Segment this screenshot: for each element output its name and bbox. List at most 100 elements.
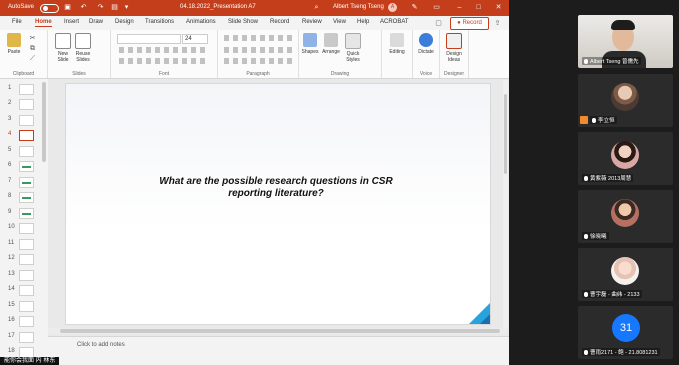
participant-name: 曹雨2171 - 鲍 - 21.8081231 [582, 348, 660, 356]
close-icon[interactable]: ✕ [494, 3, 503, 12]
design-ideas-button[interactable]: Design Ideas [445, 33, 463, 63]
paragraph-group: Paragraph [218, 30, 299, 78]
thumbnail-number: 18 [8, 348, 15, 354]
thumbnails-scrollbar[interactable] [42, 82, 46, 162]
thumbnail-number: 1 [8, 85, 12, 91]
redo-icon[interactable]: ↷ [96, 3, 105, 12]
tab-acrobat[interactable]: ACROBAT [380, 19, 409, 25]
thumbnail-slide-selected[interactable]: 4 [0, 128, 47, 143]
new-slide-button[interactable]: New Slide [54, 33, 72, 63]
format-painter-icon[interactable]: ⟋ [28, 54, 37, 63]
thumbnail-slide[interactable]: 10 [0, 221, 47, 236]
pen-icon[interactable]: ✎ [410, 3, 419, 12]
shapes-button[interactable]: Shapes [301, 33, 319, 55]
save-icon[interactable]: ▣ [63, 3, 72, 12]
slide-vertical-scrollbar[interactable] [503, 80, 508, 328]
participant-tile[interactable]: 徐晓曦 [578, 190, 673, 243]
slide-title-line-1: What are the possible research questions… [159, 176, 393, 187]
thumbnail-slide[interactable]: 14 [0, 283, 47, 298]
thumbnail-slide[interactable]: 6 [0, 159, 47, 174]
tab-record[interactable]: Record [270, 19, 289, 25]
scrollbar-thumb[interactable] [60, 329, 500, 333]
autosave-label: AutoSave [8, 4, 35, 10]
thumbnail-number: 13 [8, 271, 15, 277]
tab-design[interactable]: Design [115, 19, 134, 25]
participant-name-text: 黄紫薇 2013周慧 [590, 176, 632, 182]
thumbnail-slide[interactable]: 15 [0, 299, 47, 314]
participant-tile[interactable]: 曹宇磊 - 曲纬 - 2133 [578, 248, 673, 301]
font-label: Font [158, 71, 169, 77]
scrollbar-thumb[interactable] [504, 94, 507, 174]
participant-avatar [611, 257, 639, 285]
thumbnail-slide[interactable]: 17 [0, 330, 47, 345]
thumbnail-number: 12 [8, 255, 15, 261]
cut-icon[interactable]: ✂ [28, 34, 37, 43]
participant-video-tile[interactable]: Albert Tseng 曾儒先 [578, 15, 673, 68]
notes-pane[interactable]: Click to add notes [48, 336, 509, 355]
tab-review[interactable]: Review [302, 19, 322, 25]
thumbnail-slide[interactable]: 12 [0, 252, 47, 267]
thumbnail-slide[interactable]: 1 [0, 82, 47, 97]
tab-insert[interactable]: Insert [64, 19, 79, 25]
participant-name-text: Albert Tseng 曾儒先 [590, 59, 639, 65]
minimize-icon[interactable]: – [455, 3, 464, 12]
designer-group: Design Ideas Designer [440, 30, 469, 78]
participant-tile[interactable]: 31 曹雨2171 - 鲍 - 21.8081231 [578, 306, 673, 359]
record-button[interactable]: ● Record [450, 17, 489, 30]
thumbnail-slide[interactable]: 8 [0, 190, 47, 205]
arrange-label: Arrange [322, 49, 340, 55]
font-formatting-buttons[interactable] [119, 47, 209, 53]
autosave-toggle[interactable] [40, 4, 59, 13]
thumbnail-slide[interactable]: 7 [0, 175, 47, 190]
tab-transitions[interactable]: Transitions [145, 19, 174, 25]
thumbnail-slide[interactable]: 9 [0, 206, 47, 221]
copy-icon[interactable]: ⧉ [28, 44, 37, 53]
search-icon[interactable]: ⌕ [312, 3, 321, 12]
font-size-input[interactable]: 24 [182, 34, 208, 44]
thumbnail-slide[interactable]: 16 [0, 314, 47, 329]
editing-button[interactable]: Editing [388, 33, 406, 55]
maximize-icon[interactable]: □ [474, 3, 483, 12]
undo-icon[interactable]: ↶ [79, 3, 88, 12]
tab-help[interactable]: Help [357, 19, 369, 25]
tab-file[interactable]: File [12, 19, 22, 25]
voice-label: Voice [419, 71, 433, 77]
user-avatar[interactable]: A [388, 3, 397, 12]
customize-icon[interactable]: ▾ [122, 3, 131, 12]
reuse-slides-button[interactable]: Reuse Slides [74, 33, 92, 63]
participant-name-text: 曹雨2171 - 鲍 - 21.8081231 [590, 350, 658, 356]
font-name-input[interactable] [117, 34, 181, 44]
thumbnail-slide[interactable]: 11 [0, 237, 47, 252]
share-icon[interactable]: ⇪ [493, 19, 502, 28]
comments-icon[interactable]: ▢ [434, 19, 443, 28]
slide-title[interactable]: What are the possible research questions… [126, 176, 426, 200]
tab-view[interactable]: View [333, 19, 346, 25]
thumbnail-slide[interactable]: 5 [0, 144, 47, 159]
thumbnail-number: 6 [8, 162, 12, 168]
participant-tile[interactable]: 黄紫薇 2013周慧 [578, 132, 673, 185]
ribbon-display-icon[interactable]: ▭ [432, 3, 441, 12]
spacing-buttons[interactable] [224, 58, 292, 64]
arrange-button[interactable]: Arrange [322, 33, 340, 55]
quick-access-icon[interactable]: ▤ [110, 3, 119, 12]
mic-icon [584, 234, 588, 239]
thumbnail-slide[interactable]: 3 [0, 113, 47, 128]
slide-corner-accent [480, 314, 490, 324]
paste-button[interactable]: Paste [5, 33, 23, 55]
thumbnail-slide[interactable]: 2 [0, 97, 47, 112]
tab-animations[interactable]: Animations [186, 19, 216, 25]
tab-draw[interactable]: Draw [89, 19, 103, 25]
quick-styles-button[interactable]: Quick Styles [344, 33, 362, 63]
mic-icon [592, 118, 596, 123]
thumbnail-number: 8 [8, 193, 12, 199]
current-slide[interactable]: What are the possible research questions… [65, 83, 491, 325]
tab-slide-show[interactable]: Slide Show [228, 19, 258, 25]
tab-home[interactable]: Home [35, 19, 52, 27]
slide-horizontal-scrollbar[interactable] [48, 328, 507, 334]
font-color-buttons[interactable] [119, 58, 209, 64]
alignment-buttons[interactable] [224, 47, 292, 53]
thumbnail-slide[interactable]: 13 [0, 268, 47, 283]
dictate-button[interactable]: Dictate [417, 33, 435, 55]
participant-tile[interactable]: 李立恒 [578, 74, 673, 127]
list-buttons[interactable] [224, 35, 292, 41]
